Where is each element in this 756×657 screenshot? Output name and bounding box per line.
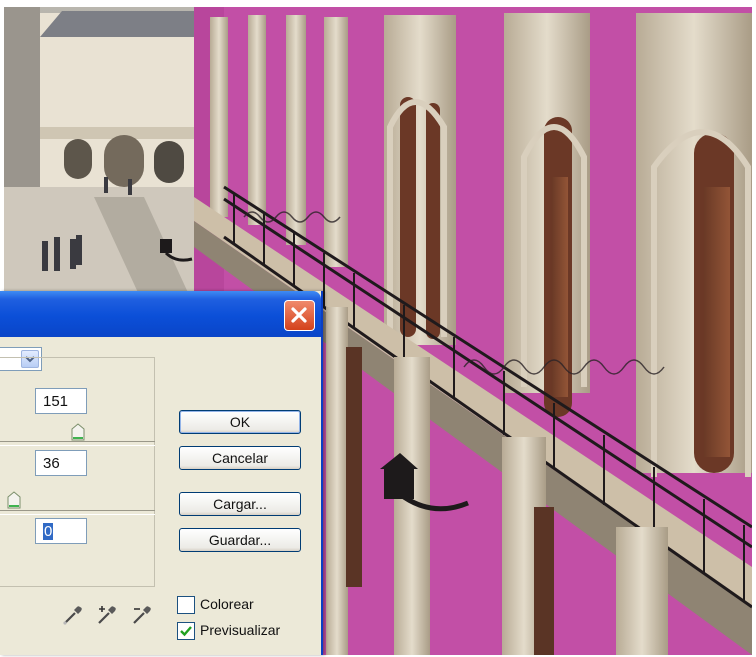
eyedropper-icon[interactable] <box>61 603 85 627</box>
dialog-title-bar[interactable] <box>0 291 321 337</box>
load-button[interactable]: Cargar... <box>179 492 301 516</box>
cancel-button[interactable]: Cancelar <box>179 446 301 470</box>
eyedropper-plus-icon[interactable] <box>95 603 119 627</box>
preview-checkbox[interactable] <box>177 622 195 640</box>
preview-checkbox-row[interactable]: Previsualizar <box>177 621 317 641</box>
eyedropper-minus-icon[interactable] <box>130 603 154 627</box>
value-1-text: 151 <box>43 393 69 410</box>
hue-saturation-dialog: 151 36 0 OK Cancelar Cargar... Guardar..… <box>0 291 323 655</box>
value-2-text: 36 <box>43 455 60 472</box>
colorize-label: Colorear <box>200 596 254 612</box>
preview-label: Previsualizar <box>200 622 281 638</box>
slider-1-track[interactable] <box>0 441 155 446</box>
slider-1-thumb[interactable] <box>71 423 85 441</box>
colorize-checkbox[interactable] <box>177 596 195 614</box>
slider-2-thumb[interactable] <box>7 491 21 509</box>
colorize-checkbox-row[interactable]: Colorear <box>177 595 317 615</box>
dialog-body: 151 36 0 OK Cancelar Cargar... Guardar..… <box>0 337 321 655</box>
checkmark-icon <box>180 626 192 637</box>
value-3-text: 0 <box>43 523 54 540</box>
value-2-field[interactable]: 36 <box>35 450 87 476</box>
close-button[interactable] <box>284 300 315 331</box>
value-3-field[interactable]: 0 <box>35 518 87 544</box>
save-button[interactable]: Guardar... <box>179 528 301 552</box>
slider-2-track[interactable] <box>0 510 155 515</box>
close-icon <box>291 307 307 323</box>
ok-button[interactable]: OK <box>179 410 301 434</box>
value-1-field[interactable]: 151 <box>35 388 87 414</box>
